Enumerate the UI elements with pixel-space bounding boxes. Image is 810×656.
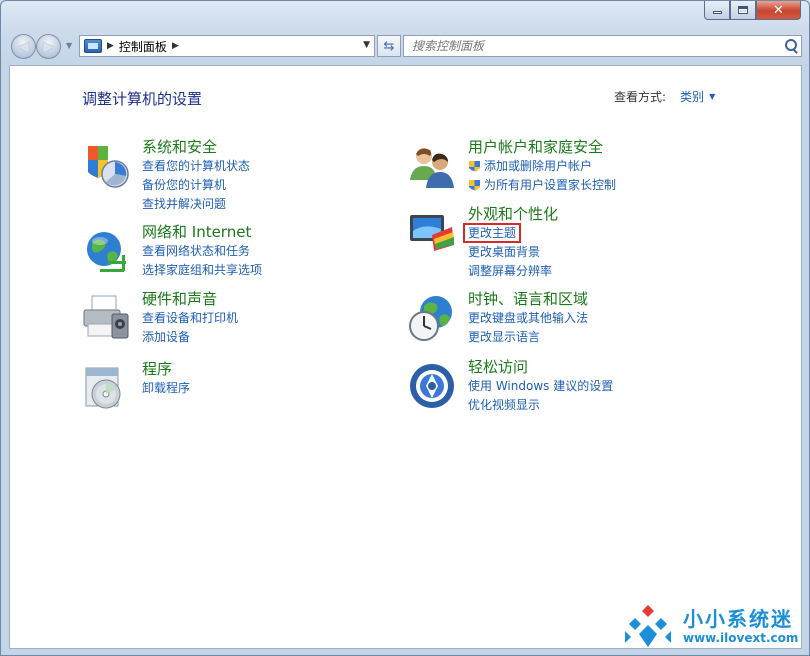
forward-button[interactable]: ▶ <box>36 34 61 59</box>
breadcrumb-separator-icon[interactable]: ▶ <box>107 41 114 51</box>
ease-of-access-icon[interactable] <box>408 362 456 410</box>
back-arrow-icon: ◀ <box>18 38 29 55</box>
breadcrumb-separator-icon[interactable]: ▶ <box>172 41 179 51</box>
category-title[interactable]: 轻松访问 <box>468 358 708 377</box>
category-title[interactable]: 外观和个性化 <box>468 205 708 224</box>
chevron-down-icon[interactable]: ▼ <box>709 92 715 101</box>
link-add-remove-accounts[interactable]: 添加或删除用户帐户 <box>468 157 708 176</box>
close-button[interactable]: ✕ <box>756 1 801 20</box>
clock-globe-icon[interactable] <box>408 294 456 342</box>
uac-shield-icon <box>469 180 480 191</box>
category-body: 轻松访问 使用 Windows 建议的设置 优化视频显示 <box>468 358 708 415</box>
link-homegroup-sharing[interactable]: 选择家庭组和共享选项 <box>142 261 382 280</box>
category-body: 外观和个性化 更改主题 更改桌面背景 调整屏幕分辨率 <box>462 205 708 281</box>
link-change-theme[interactable]: 更改主题 <box>462 223 708 243</box>
printer-icon[interactable] <box>82 294 130 342</box>
link-change-display-language[interactable]: 更改显示语言 <box>468 328 708 347</box>
category-body: 硬件和声音 查看设备和打印机 添加设备 <box>142 290 382 347</box>
forward-arrow-icon: ▶ <box>43 38 54 55</box>
link-add-device[interactable]: 添加设备 <box>142 328 382 347</box>
uac-shield-icon <box>469 161 480 172</box>
search-icon[interactable] <box>781 36 801 56</box>
close-icon: ✕ <box>773 2 784 18</box>
link-text: 添加或删除用户帐户 <box>484 159 593 173</box>
category-title[interactable]: 用户帐户和家庭安全 <box>468 138 708 157</box>
system-security-icon[interactable] <box>82 142 130 190</box>
link-change-desktop-background[interactable]: 更改桌面背景 <box>468 243 708 262</box>
programs-disc-icon[interactable] <box>82 364 130 412</box>
network-globe-icon[interactable] <box>82 227 130 275</box>
link-uninstall-program[interactable]: 卸载程序 <box>142 379 382 398</box>
watermark-url: www.ilovext.com <box>683 631 799 645</box>
category-title[interactable]: 程序 <box>142 360 382 379</box>
control-panel-icon <box>84 39 102 53</box>
category-body: 程序 卸载程序 <box>142 360 382 398</box>
address-dropdown-icon[interactable]: ▼ <box>363 40 370 50</box>
category-title[interactable]: 系统和安全 <box>142 138 382 157</box>
refresh-button[interactable]: ⇆ <box>377 35 401 57</box>
control-panel-window: ✕ ◀ ▶ ▼ ▶ 控制面板 ▶ ▼ ⇆ 调整计算机的设置 查看方式: 类别 <box>0 0 810 656</box>
watermark: 小小系统迷 www.ilovext.com <box>621 599 807 653</box>
view-by: 查看方式: 类别 ▼ <box>614 88 715 105</box>
refresh-icon: ⇆ <box>383 38 395 54</box>
address-bar[interactable]: ▶ 控制面板 ▶ ▼ <box>79 35 375 57</box>
navigation-bar: ◀ ▶ ▼ ▶ 控制面板 ▶ ▼ ⇆ <box>9 33 802 59</box>
view-by-label: 查看方式: <box>614 90 667 104</box>
category-body: 用户帐户和家庭安全 添加或删除用户帐户 为所有用户设置家长控制 <box>468 138 708 195</box>
category-body: 系统和安全 查看您的计算机状态 备份您的计算机 查找并解决问题 <box>142 138 382 214</box>
maximize-icon <box>738 6 748 14</box>
link-view-computer-status[interactable]: 查看您的计算机状态 <box>142 157 382 176</box>
search-box[interactable] <box>403 35 802 57</box>
back-button[interactable]: ◀ <box>11 34 36 59</box>
watermark-name: 小小系统迷 <box>683 607 793 631</box>
link-adjust-resolution[interactable]: 调整屏幕分辨率 <box>468 262 708 281</box>
link-network-status[interactable]: 查看网络状态和任务 <box>142 242 382 261</box>
link-optimize-visual-display[interactable]: 优化视频显示 <box>468 396 708 415</box>
category-title[interactable]: 网络和 Internet <box>142 223 382 242</box>
link-change-input-methods[interactable]: 更改键盘或其他输入法 <box>468 309 708 328</box>
category-body: 网络和 Internet 查看网络状态和任务 选择家庭组和共享选项 <box>142 223 382 280</box>
maximize-button[interactable] <box>730 1 756 20</box>
link-backup-computer[interactable]: 备份您的计算机 <box>142 176 382 195</box>
minimize-button[interactable] <box>704 1 730 20</box>
caption-buttons: ✕ <box>704 1 801 20</box>
breadcrumb-control-panel[interactable]: 控制面板 <box>119 38 167 55</box>
link-parental-controls[interactable]: 为所有用户设置家长控制 <box>468 176 708 195</box>
minimize-icon <box>712 11 722 14</box>
link-windows-recommended-settings[interactable]: 使用 Windows 建议的设置 <box>468 377 708 396</box>
link-troubleshoot[interactable]: 查找并解决问题 <box>142 195 382 214</box>
view-by-dropdown[interactable]: 类别 <box>680 88 704 105</box>
content-pane: 调整计算机的设置 查看方式: 类别 ▼ 系统和安全 查看您的计算机状态 备份您的… <box>9 65 802 649</box>
appearance-monitor-icon[interactable] <box>408 209 456 257</box>
link-text: 为所有用户设置家长控制 <box>484 178 617 192</box>
category-title[interactable]: 硬件和声音 <box>142 290 382 309</box>
recent-pages-dropdown[interactable]: ▼ <box>66 41 72 50</box>
users-icon[interactable] <box>408 142 456 190</box>
search-input[interactable] <box>404 36 781 56</box>
category-body: 时钟、语言和区域 更改键盘或其他输入法 更改显示语言 <box>468 290 708 347</box>
category-title[interactable]: 时钟、语言和区域 <box>468 290 708 309</box>
highlight-box[interactable]: 更改主题 <box>462 223 522 243</box>
watermark-logo-icon <box>625 605 671 647</box>
link-devices-printers[interactable]: 查看设备和打印机 <box>142 309 382 328</box>
page-title: 调整计算机的设置 <box>82 90 203 108</box>
